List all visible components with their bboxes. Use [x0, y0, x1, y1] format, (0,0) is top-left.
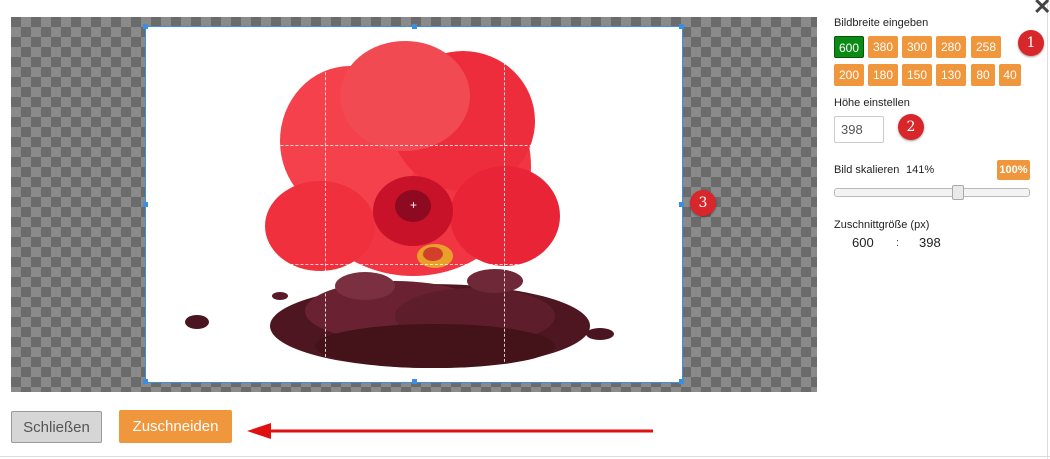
crop-grid-line	[325, 27, 326, 382]
width-option-300[interactable]: 300	[902, 36, 932, 58]
dialog-bottom-border	[0, 456, 1050, 457]
width-label: Bildbreite eingeben	[834, 17, 929, 29]
crop-handle-se[interactable]	[679, 379, 684, 384]
width-option-258[interactable]: 258	[971, 36, 1001, 58]
height-label: Höhe einstellen	[834, 97, 910, 109]
cropsize-label: Zuschnittgröße (px)	[834, 219, 930, 231]
scale-slider-handle[interactable]	[951, 185, 964, 200]
crop-grid-line	[146, 264, 682, 265]
scale-value: 141%	[906, 164, 935, 176]
crop-handle-n[interactable]	[412, 24, 417, 29]
close-icon[interactable]: ✕	[1033, 0, 1050, 18]
crop-button[interactable]: Zuschneiden	[119, 410, 232, 443]
crop-handle-nw[interactable]	[143, 24, 148, 29]
callout-badge-1: 1	[1018, 30, 1044, 56]
callout-badge-2: 2	[898, 114, 924, 140]
crop-width-value: 600	[852, 235, 874, 250]
crop-handle-w[interactable]	[143, 202, 148, 207]
annotation-arrow	[247, 423, 653, 439]
width-option-200[interactable]: 200	[834, 64, 864, 86]
width-option-130[interactable]: 130	[936, 64, 966, 86]
scale-label: Bild skalieren	[834, 164, 900, 176]
crop-handle-e[interactable]	[679, 202, 684, 207]
crop-grid-line	[504, 27, 505, 382]
crop-handle-sw[interactable]	[143, 379, 148, 384]
width-option-600[interactable]: 600	[834, 36, 864, 58]
crop-center-icon: +	[410, 198, 418, 212]
width-option-150[interactable]: 150	[902, 64, 932, 86]
callout-badge-3: 3	[690, 190, 716, 216]
reset-scale-button[interactable]: 100%	[997, 160, 1030, 180]
width-option-40[interactable]: 40	[999, 64, 1021, 86]
dialog-right-border	[1047, 0, 1048, 459]
crop-height-value: 398	[919, 235, 941, 250]
height-input[interactable]	[834, 116, 884, 143]
scale-slider[interactable]	[834, 188, 1030, 197]
crop-handle-ne[interactable]	[679, 24, 684, 29]
crop-grid-line	[146, 145, 682, 146]
width-option-180[interactable]: 180	[868, 64, 898, 86]
width-option-80[interactable]: 80	[971, 64, 995, 86]
close-button[interactable]: Schließen	[11, 411, 102, 443]
width-option-280[interactable]: 280	[936, 36, 966, 58]
width-option-380[interactable]: 380	[868, 36, 898, 58]
crop-size-separator: :	[896, 237, 900, 249]
crop-box[interactable]: +	[143, 24, 684, 384]
crop-handle-s[interactable]	[412, 379, 417, 384]
